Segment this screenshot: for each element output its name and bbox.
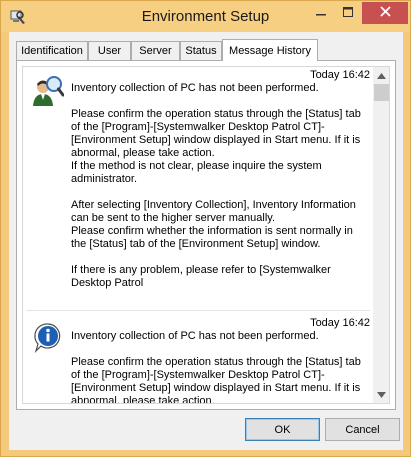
chevron-down-icon bbox=[377, 389, 386, 401]
maximize-icon bbox=[343, 6, 353, 20]
title-bar[interactable]: Environment Setup bbox=[1, 1, 410, 32]
cancel-button[interactable]: Cancel bbox=[325, 418, 400, 441]
close-icon bbox=[379, 6, 391, 20]
vertical-scrollbar[interactable] bbox=[373, 67, 389, 403]
scroll-down-button[interactable] bbox=[373, 386, 389, 403]
tab-identification[interactable]: Identification bbox=[16, 41, 88, 60]
chevron-up-icon bbox=[377, 70, 386, 82]
environment-setup-window: Environment Setup Identification User Se… bbox=[0, 0, 411, 457]
message-text: Inventory collection of PC has not been … bbox=[71, 82, 361, 289]
message-history-panel: Today 16:42 Inventory collection of PC h… bbox=[16, 60, 396, 410]
message-separator bbox=[26, 310, 370, 311]
user-search-icon bbox=[32, 75, 65, 107]
ok-button[interactable]: OK bbox=[245, 418, 320, 441]
tab-status[interactable]: Status bbox=[180, 41, 222, 60]
message-timestamp: Today 16:42 bbox=[310, 69, 370, 81]
close-button[interactable] bbox=[362, 2, 408, 24]
dialog-client-area: Identification User Server Status Messag… bbox=[9, 32, 403, 450]
tab-user[interactable]: User bbox=[88, 41, 131, 60]
minimize-button[interactable] bbox=[308, 2, 334, 24]
message-text: Inventory collection of PC has not been … bbox=[71, 330, 361, 403]
tab-label: Status bbox=[185, 45, 217, 57]
minimize-icon bbox=[316, 7, 326, 20]
tab-label: Server bbox=[139, 45, 172, 57]
message-list-content: Today 16:42 Inventory collection of PC h… bbox=[23, 67, 373, 403]
scroll-up-button[interactable] bbox=[373, 67, 389, 84]
tab-server[interactable]: Server bbox=[131, 41, 180, 60]
tab-message-history[interactable]: Message History bbox=[222, 39, 318, 61]
tab-label: Message History bbox=[229, 44, 311, 57]
message-timestamp: Today 16:42 bbox=[310, 317, 370, 329]
scroll-thumb[interactable] bbox=[374, 84, 389, 101]
tab-label: User bbox=[97, 45, 122, 57]
tab-label: Identification bbox=[21, 45, 83, 57]
maximize-button[interactable] bbox=[335, 2, 361, 24]
message-list[interactable]: Today 16:42 Inventory collection of PC h… bbox=[22, 66, 390, 404]
info-icon bbox=[32, 321, 64, 354]
